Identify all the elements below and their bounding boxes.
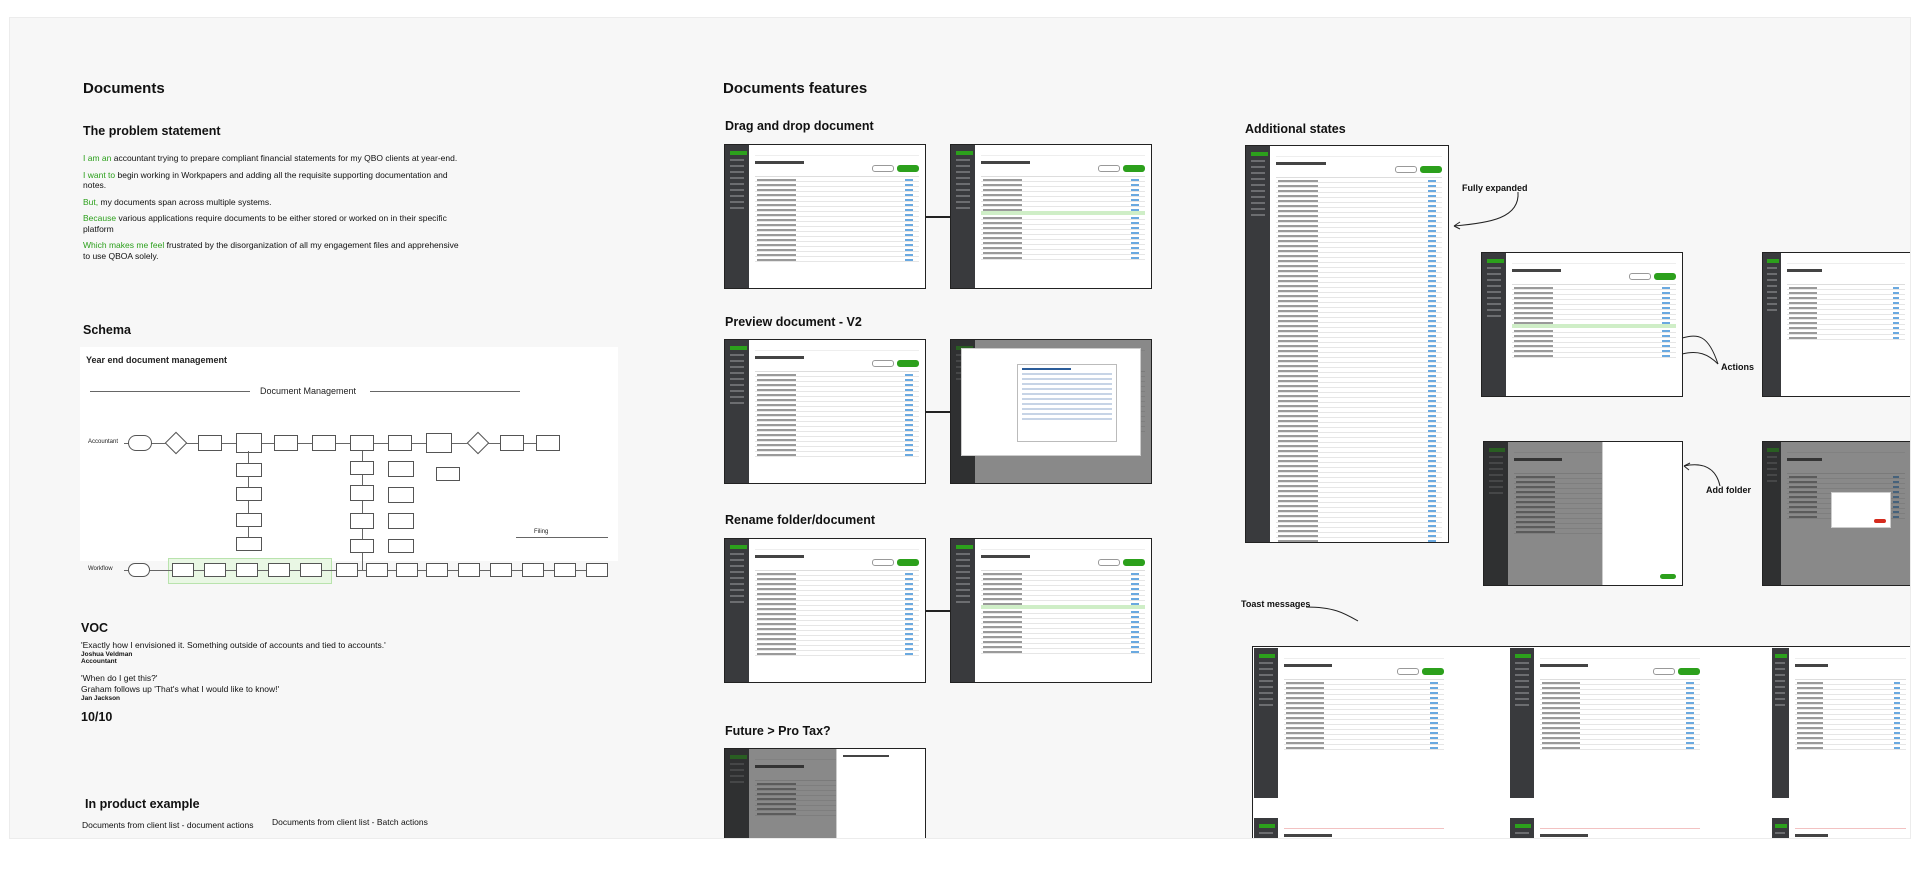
- problem-line: I want to begin working in Workpapers an…: [83, 169, 448, 191]
- problem-heading: The problem statement: [83, 124, 221, 138]
- schema-band-label: Document Management: [260, 386, 357, 396]
- voc-score: 10/10: [81, 710, 113, 724]
- voc-author: Jan Jackson: [81, 695, 121, 702]
- additional-states-title: Additional states: [1245, 122, 1346, 136]
- section-future: Future > Pro Tax?: [725, 724, 831, 738]
- toast-shot: [1772, 818, 1910, 838]
- section-drag-drop: Drag and drop document: [725, 119, 874, 133]
- schema-row-workflow: Workflow: [88, 566, 113, 572]
- voc-quotes: 'Exactly how I envisioned it. Something …: [81, 640, 501, 724]
- drag-drop-before-shot: [724, 144, 926, 289]
- preview-list-shot: [724, 339, 926, 484]
- schema-heading: Schema: [83, 323, 131, 337]
- toast-shot: [1510, 648, 1706, 798]
- example-caption-1: Documents from client list - document ac…: [82, 820, 254, 830]
- fully-expanded-arrow: [1453, 191, 1519, 230]
- voc-author: Joshua Veldman: [81, 651, 133, 658]
- add-folder-shot: [1483, 441, 1683, 586]
- toast-arrow: [1305, 606, 1359, 622]
- problem-line: Because various applications require doc…: [83, 213, 447, 234]
- annotation-toast: Toast messages: [1241, 599, 1311, 609]
- voc-quote: Graham follows up 'That's what I would l…: [81, 684, 280, 694]
- voc-quote: 'When do I get this?': [81, 673, 158, 683]
- toast-shot: [1510, 818, 1706, 838]
- rename-after-shot: [950, 538, 1152, 683]
- actions-variant-shot: [1762, 252, 1910, 397]
- documents-title: Documents: [83, 80, 165, 97]
- voc-quote: 'Exactly how I envisioned it. Something …: [81, 640, 386, 650]
- problem-line: I am an accountant trying to prepare com…: [83, 153, 458, 163]
- section-rename: Rename folder/document: [725, 513, 876, 527]
- toast-shot: [1772, 648, 1910, 798]
- delete-confirm-shot: [1762, 441, 1910, 586]
- actions-shot: [1481, 252, 1683, 397]
- schema-row-accountant: Accountant: [88, 439, 119, 445]
- problem-line: Which makes me feel frustrated by the di…: [83, 240, 459, 261]
- schema-diagram: Year end document management Document Ma…: [80, 347, 618, 584]
- voc-role: Accountant: [81, 658, 117, 665]
- schema-filing-label: Filing: [534, 529, 549, 535]
- future-protax-shot: [724, 748, 926, 838]
- add-folder-arrow: [1683, 462, 1721, 487]
- preview-modal-shot: [950, 339, 1152, 484]
- rename-before-shot: [724, 538, 926, 683]
- problem-statement: I am an accountant trying to prepare com…: [83, 153, 463, 261]
- features-title: Documents features: [723, 80, 868, 97]
- problem-line: But, my documents span across multiple s…: [83, 196, 272, 207]
- in-product-heading: In product example: [85, 797, 200, 811]
- toast-shot: [1254, 818, 1450, 838]
- toast-shot: [1254, 648, 1450, 798]
- fully-expanded-shot: [1245, 145, 1449, 543]
- schema-title: Year end document management: [86, 355, 228, 365]
- drag-drop-after-shot: [950, 144, 1152, 289]
- design-canvas: Documents The problem statement I am an …: [10, 18, 1910, 838]
- voc-heading: VOC: [81, 621, 109, 635]
- actions-arrow: [1681, 335, 1719, 365]
- example-caption-2: Documents from client list - Batch actio…: [272, 817, 428, 827]
- section-preview: Preview document - V2: [725, 315, 862, 329]
